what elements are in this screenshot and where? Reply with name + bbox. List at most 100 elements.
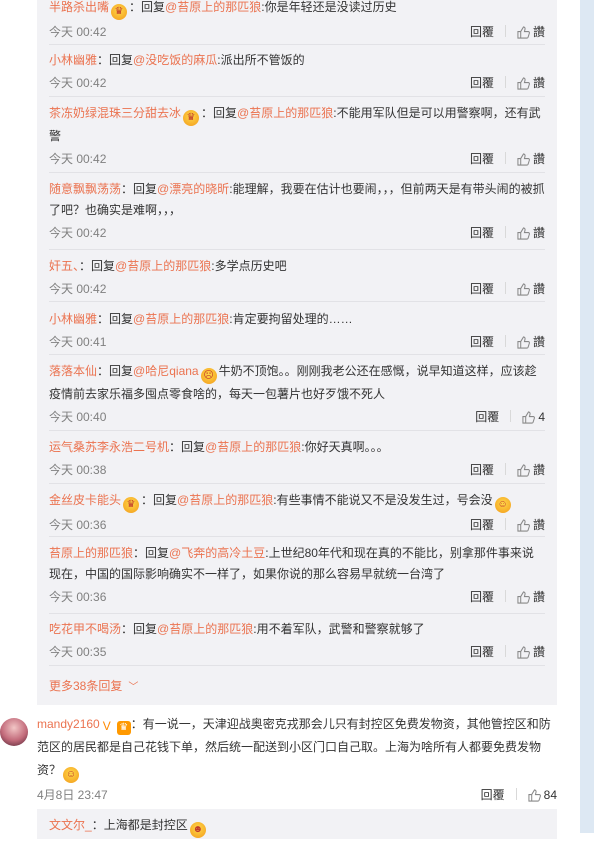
like-button[interactable]: 讚: [517, 518, 545, 532]
reply-item: 茶冻奶绿混珠三分甜去冰 ♛ ：回复@苔原上的那匹狼:不能用军队但是可以用警察啊，还有…: [49, 97, 545, 173]
like-label: 讚: [532, 463, 545, 477]
reply-item: 小林幽雅：回复@苔原上的那匹狼:肯定要拘留处理的…… 今天 00:41 回覆讚: [49, 302, 545, 355]
like-button[interactable]: 讚: [517, 282, 545, 296]
reply-button[interactable]: 回覆: [470, 76, 494, 90]
right-edge-panel: [580, 0, 594, 833]
comment-meta: 4月8日 23:47 回覆 84: [37, 783, 557, 807]
crown-emoji-icon: ♛: [183, 110, 200, 126]
crown-emoji-icon: ♛: [111, 4, 128, 20]
sub-reply-user[interactable]: 文文尔_: [49, 818, 92, 832]
reply-prefix: 回复: [213, 106, 238, 120]
reply-meta: 今天 00:41 回覆 讚: [49, 330, 545, 354]
reply-meta: 今天 00:42 回覆 讚: [49, 147, 545, 171]
reply-button[interactable]: 回覆: [470, 25, 494, 39]
thumbs-up-icon: [517, 283, 530, 296]
reply-text: :你是年轻还是没读过历史: [261, 0, 397, 14]
reply-user[interactable]: 金丝皮卡能头: [49, 493, 121, 507]
divider: [504, 226, 506, 238]
reply-user[interactable]: 半路杀出嘴: [49, 0, 109, 14]
reply-button[interactable]: 回覆: [470, 463, 494, 477]
reply-user[interactable]: 苔原上的那匹狼: [49, 546, 133, 560]
divider: [504, 152, 506, 164]
reply-time: 今天 00:36: [49, 518, 107, 532]
reply-user[interactable]: 运气桑苏李永浩二号机: [49, 440, 169, 454]
reply-mention[interactable]: @苔原上的那匹狼: [157, 622, 253, 636]
reply-text: :肯定要拘留处理的……: [229, 312, 353, 326]
reply-user[interactable]: 奸五、: [49, 259, 79, 273]
reply-button[interactable]: 回覆: [470, 590, 494, 604]
divider: [504, 645, 506, 657]
reply-item: 落落本仙：回复@哈尼qiana ☹ 牛奶不顶饱。。刚刚我老公还在感慨，说早知道这样，…: [49, 355, 545, 431]
reply-user[interactable]: 吃花甲不喝汤: [49, 622, 121, 636]
reply-mention[interactable]: @苔原上的那匹狼: [165, 0, 261, 14]
reply-user[interactable]: 茶冻奶绿混珠三分甜去冰: [49, 106, 181, 120]
comment-body: mandy2160 V ♛ ：有一说一，天津迎战奥密克戎那会儿只有封控区免费发物资，其…: [37, 713, 557, 783]
thumbs-up-icon: [528, 789, 541, 802]
like-button[interactable]: 讚: [517, 645, 545, 659]
like-button[interactable]: 讚: [517, 226, 545, 240]
reply-mention[interactable]: @苔原上的那匹狼: [133, 312, 229, 326]
reply-prefix: 回复: [91, 259, 116, 273]
reply-button[interactable]: 回覆: [470, 645, 494, 659]
reply-time: 今天 00:42: [49, 152, 107, 166]
reply-user[interactable]: 小林幽雅: [49, 312, 97, 326]
reply-prefix: 回复: [133, 182, 158, 196]
like-button[interactable]: 讚: [517, 25, 545, 39]
reply-text: :你好天真啊。。。: [301, 440, 389, 454]
reply-button[interactable]: 回覆: [481, 788, 505, 802]
reply-text: :派出所不管饭的: [217, 53, 305, 67]
reply-button[interactable]: 回覆: [470, 335, 494, 349]
reply-item: 小林幽雅：回复@没吃饭的麻瓜:派出所不管饭的 今天 00:42 回覆讚: [49, 45, 545, 97]
reply-user[interactable]: 随意飘飘荡荡: [49, 182, 121, 196]
smirk-emoji-icon: ☺: [494, 497, 511, 513]
reply-prefix: 回复: [145, 546, 170, 560]
like-label: 讚: [532, 282, 545, 296]
thinking-emoji-icon: ☺: [63, 767, 80, 783]
avatar[interactable]: [0, 718, 28, 746]
reply-mention[interactable]: @哈尼qiana: [133, 364, 199, 378]
like-button[interactable]: 84: [528, 788, 557, 802]
reply-mention[interactable]: @没吃饭的麻瓜: [133, 53, 217, 67]
more-replies-link[interactable]: 更多38条回复 ﹀: [49, 677, 138, 694]
reply-meta: 今天 00:35 回覆 讚: [49, 640, 545, 664]
divider: [515, 788, 517, 800]
like-button[interactable]: 讚: [517, 76, 545, 90]
thumbs-up-icon: [517, 464, 530, 477]
reply-mention[interactable]: @苔原上的那匹狼: [237, 106, 333, 120]
like-label: 讚: [532, 152, 545, 166]
like-button[interactable]: 4: [522, 410, 545, 424]
reply-mention[interactable]: @苔原上的那匹狼: [205, 440, 301, 454]
like-button[interactable]: 讚: [517, 152, 545, 166]
reply-time: 今天 00:42: [49, 76, 107, 90]
reply-button[interactable]: 回覆: [475, 410, 499, 424]
thumbs-up-icon: [517, 519, 530, 532]
reply-mention[interactable]: @苔原上的那匹狼: [177, 493, 273, 507]
reply-button[interactable]: 回覆: [470, 518, 494, 532]
chevron-down-icon: ﹀: [128, 682, 139, 693]
reply-mention[interactable]: @飞奔的高冷土豆: [169, 546, 265, 560]
divider: [504, 590, 506, 602]
like-label: 讚: [532, 76, 545, 90]
thumbs-up-icon: [517, 153, 530, 166]
like-button[interactable]: 讚: [517, 463, 545, 477]
reply-user[interactable]: 落落本仙: [49, 364, 97, 378]
reply-meta: 今天 00:42 回覆 讚: [49, 277, 545, 301]
comment-user[interactable]: mandy2160: [37, 717, 100, 731]
divider: [504, 335, 506, 347]
thumbs-up-icon: [517, 227, 530, 240]
reply-mention[interactable]: @漂亮的晓昕: [157, 182, 229, 196]
reply-meta: 今天 00:36 回覆 讚: [49, 513, 545, 537]
reply-mention[interactable]: @苔原上的那匹狼: [115, 259, 211, 273]
reply-time: 今天 00:42: [49, 25, 107, 39]
reply-meta: 今天 00:40 回覆 4: [49, 405, 545, 429]
reply-button[interactable]: 回覆: [470, 226, 494, 240]
reply-user[interactable]: 小林幽雅: [49, 53, 97, 67]
reply-button[interactable]: 回覆: [470, 152, 494, 166]
like-button[interactable]: 讚: [517, 590, 545, 604]
reply-button[interactable]: 回覆: [470, 282, 494, 296]
reply-prefix: 回复: [153, 493, 178, 507]
reply-time: 今天 00:36: [49, 590, 107, 604]
like-button[interactable]: 讚: [517, 335, 545, 349]
reply-text: :用不着军队，武警和警察就够了: [253, 622, 425, 636]
reply-time: 今天 00:42: [49, 282, 107, 296]
